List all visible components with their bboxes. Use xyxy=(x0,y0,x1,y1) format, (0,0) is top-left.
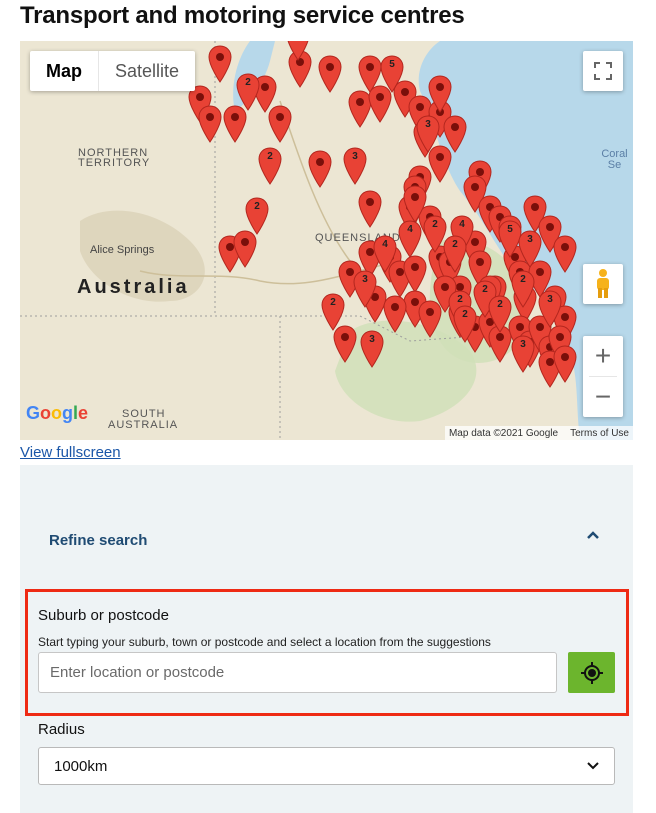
map-marker-cluster[interactable]: 2 xyxy=(258,147,282,185)
radius-value: 1000km xyxy=(54,757,108,775)
map-marker[interactable] xyxy=(428,75,452,113)
map-marker-cluster[interactable]: 2 xyxy=(511,270,535,308)
marker-count: 3 xyxy=(352,151,358,162)
marker-count: 3 xyxy=(425,119,431,130)
marker-count: 2 xyxy=(457,294,463,305)
map-marker-cluster[interactable]: 3 xyxy=(511,335,535,373)
marker-count: 3 xyxy=(547,294,553,305)
marker-count: 2 xyxy=(462,309,468,320)
marker-count: 2 xyxy=(254,201,260,212)
map-label-australia: Australia xyxy=(77,276,190,298)
street-view-button[interactable] xyxy=(583,264,623,304)
map-marker[interactable] xyxy=(308,150,332,188)
map-type-control: Map Satellite xyxy=(30,51,196,91)
marker-count: 4 xyxy=(382,239,388,250)
map-marker[interactable] xyxy=(233,230,257,268)
map-type-map-button[interactable]: Map xyxy=(30,51,99,91)
fullscreen-button[interactable] xyxy=(583,51,623,91)
marker-count: 2 xyxy=(245,77,251,88)
map-marker[interactable] xyxy=(358,190,382,228)
map[interactable]: NORTHERN TERRITORY QUEENSLAND Australia … xyxy=(20,41,633,440)
map-type-satellite-button[interactable]: Satellite xyxy=(99,51,195,91)
map-marker-cluster[interactable]: 2 xyxy=(236,73,260,111)
map-marker-cluster[interactable]: 2 xyxy=(443,235,467,273)
map-marker-cluster[interactable]: 5 xyxy=(380,55,404,93)
zoom-out-button[interactable]: − xyxy=(583,377,623,417)
google-logo: Google xyxy=(26,403,89,423)
map-marker[interactable] xyxy=(383,295,407,333)
map-marker[interactable] xyxy=(553,345,577,383)
map-marker-cluster[interactable]: 3 xyxy=(353,270,377,308)
map-marker-cluster[interactable]: 3 xyxy=(518,230,542,268)
marker-count: 3 xyxy=(369,334,375,345)
suburb-label: Suburb or postcode xyxy=(38,607,169,624)
map-footer: Map data ©2021 Google Terms of Use xyxy=(444,426,633,440)
pegman-icon xyxy=(597,269,609,298)
marker-count: 4 xyxy=(459,219,465,230)
map-marker-cluster[interactable]: 2 xyxy=(286,41,310,61)
map-label-territory: TERRITORY xyxy=(78,157,151,169)
suburb-hint: Start typing your suburb, town or postco… xyxy=(38,635,491,649)
map-marker-cluster[interactable]: 3 xyxy=(538,290,562,328)
marker-count: 4 xyxy=(407,224,413,235)
map-marker-cluster[interactable]: 4 xyxy=(373,235,397,273)
radius-label: Radius xyxy=(38,721,85,738)
refine-search-toggle[interactable]: Refine search xyxy=(49,532,147,549)
chevron-up-icon[interactable] xyxy=(586,527,600,545)
map-label-coral-sea: Coral Se xyxy=(601,148,628,171)
map-marker-cluster[interactable]: 2 xyxy=(453,305,477,343)
crosshair-icon xyxy=(580,661,603,684)
map-marker-cluster[interactable]: 2 xyxy=(245,197,269,235)
marker-count: 5 xyxy=(389,59,395,70)
map-label-alice-springs: Alice Springs xyxy=(90,244,155,256)
fullscreen-icon xyxy=(594,62,612,80)
page-title: Transport and motoring service centres xyxy=(20,2,465,29)
map-data-attribution: Map data ©2021 Google xyxy=(448,427,559,439)
marker-count: 2 xyxy=(520,274,526,285)
map-marker[interactable] xyxy=(318,55,342,93)
radius-select[interactable]: 1000km xyxy=(38,747,615,785)
map-marker-cluster[interactable]: 3 xyxy=(416,115,440,153)
marker-count: 2 xyxy=(452,239,458,250)
map-marker[interactable] xyxy=(198,105,222,143)
view-fullscreen-link[interactable]: View fullscreen xyxy=(20,444,121,461)
marker-count: 3 xyxy=(520,339,526,350)
map-marker[interactable] xyxy=(553,235,577,273)
marker-count: 2 xyxy=(432,219,438,230)
map-marker-cluster[interactable]: 2 xyxy=(321,293,345,331)
chevron-down-icon xyxy=(587,762,599,770)
map-marker-cluster[interactable]: 4 xyxy=(398,220,422,258)
map-marker[interactable] xyxy=(403,255,427,293)
marker-count: 2 xyxy=(330,297,336,308)
map-label-south-australia: AUSTRALIA xyxy=(108,419,179,431)
terms-of-use-link[interactable]: Terms of Use xyxy=(570,428,629,439)
map-marker-cluster[interactable]: 2 xyxy=(488,295,512,333)
zoom-in-button[interactable]: + xyxy=(583,336,623,376)
map-marker-cluster[interactable]: 3 xyxy=(360,330,384,368)
use-my-location-button[interactable] xyxy=(568,652,615,693)
marker-count: 3 xyxy=(362,274,368,285)
map-marker[interactable] xyxy=(208,45,232,83)
map-marker-cluster[interactable]: 3 xyxy=(343,147,367,185)
location-input[interactable] xyxy=(38,652,557,693)
zoom-control: + − xyxy=(583,336,623,417)
marker-count: 2 xyxy=(482,284,488,295)
map-marker[interactable] xyxy=(268,105,292,143)
marker-count: 2 xyxy=(497,299,503,310)
marker-count: 2 xyxy=(267,151,273,162)
marker-count: 3 xyxy=(527,234,533,245)
